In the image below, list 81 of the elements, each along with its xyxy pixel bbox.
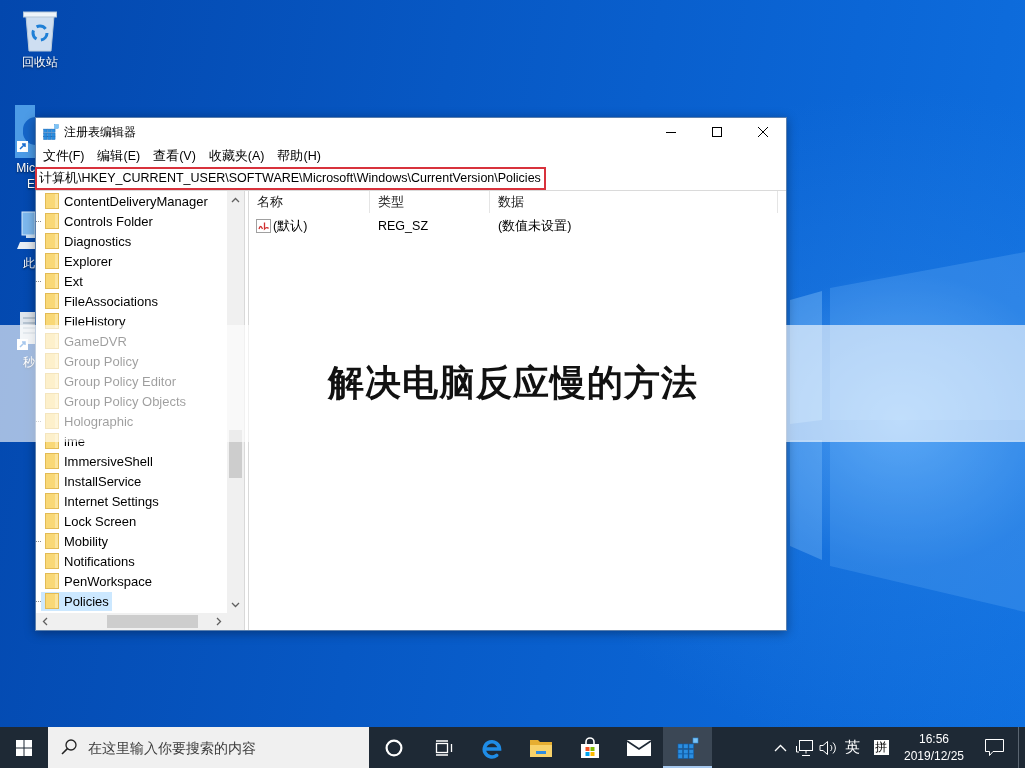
recycle-bin-icon [20, 8, 60, 52]
folder-icon [45, 593, 59, 609]
envelope-icon [626, 739, 651, 756]
address-field[interactable]: 计算机\HKEY_CURRENT_USER\SOFTWARE\Microsoft\Windows\CurrentVersion\Policies [36, 167, 786, 191]
folder-icon [45, 513, 59, 529]
chevron-left-icon[interactable] [41, 617, 48, 626]
folder-icon [45, 213, 59, 229]
ring-icon [384, 738, 403, 757]
desktop-icon-label[interactable]: 此 [23, 255, 35, 271]
close-icon [758, 127, 768, 137]
network-icon[interactable] [795, 739, 813, 756]
tree-item[interactable]: ime [41, 431, 88, 451]
folder-icon [45, 293, 59, 309]
folder-icon [45, 193, 59, 209]
caption-title: 解决电脑反应慢的方法 [327, 361, 698, 405]
folder-icon [45, 373, 59, 389]
vertical-scrollbar[interactable] [227, 191, 244, 613]
address-path: 计算机\HKEY_CURRENT_USER\SOFTWARE\Microsoft\Windows\CurrentVersion\Policies [35, 167, 546, 190]
search-icon [61, 739, 77, 755]
table-cell-text: REG_SZ [377, 219, 429, 233]
folder-icon [528, 737, 553, 758]
tree-item[interactable]: Ext [41, 271, 86, 291]
folder-icon [45, 433, 59, 449]
tree-item[interactable]: ImmersiveShell [41, 451, 156, 471]
scrollbar-thumb[interactable] [107, 615, 198, 628]
folder-icon [45, 573, 59, 589]
table-cell: (默认) [273, 217, 308, 235]
volume-icon[interactable] [818, 739, 838, 756]
tree-item[interactable]: ContentDeliveryManager [41, 191, 211, 211]
tree-item[interactable]: PenWorkspace [41, 571, 155, 591]
horizontal-scrollbar[interactable] [36, 613, 227, 630]
tree-item[interactable]: Mobility [41, 531, 112, 551]
menu-item[interactable]: 文件(F) [36, 148, 91, 165]
folder-icon [45, 453, 59, 469]
folder-icon [45, 353, 59, 369]
tree-item[interactable]: Lock Screen [41, 511, 140, 531]
tree-item[interactable]: Policies [41, 591, 112, 611]
window-title: 注册表编辑器 [64, 123, 136, 141]
string-value-icon [256, 219, 271, 233]
folder-icon [45, 393, 59, 409]
folder-icon [45, 313, 59, 329]
folder-icon [45, 473, 59, 489]
tree-item[interactable]: Internet Settings [41, 491, 162, 511]
folder-icon [45, 233, 59, 249]
folder-icon [45, 273, 59, 289]
tree-item[interactable]: Controls Folder [41, 211, 156, 231]
column-header[interactable]: 类型 [370, 191, 490, 213]
scrollbar-thumb[interactable] [229, 430, 242, 478]
tree-item[interactable]: InstallService [41, 471, 145, 491]
chevron-down-icon[interactable] [231, 601, 240, 608]
tree-item[interactable]: Explorer [41, 251, 116, 271]
four-squares-icon [16, 739, 32, 756]
input-mode-indicator[interactable]: 拼 [873, 740, 889, 755]
column-header[interactable]: 数据 [490, 191, 778, 213]
menu-item[interactable]: 查看(V) [146, 148, 203, 165]
menu-item[interactable]: 收藏夹(A) [202, 148, 271, 165]
clock[interactable]: 16:56 2019/12/25 [898, 727, 970, 768]
cubes-icon [676, 736, 699, 759]
menu-item[interactable]: 帮助(H) [271, 148, 328, 165]
tree-item[interactable]: FileAssociations [41, 291, 161, 311]
cubes-icon [43, 124, 59, 140]
table-cell-text: (数值未设置) [497, 217, 573, 235]
tree-item[interactable]: FileHistory [41, 311, 129, 331]
speech-bubble-icon[interactable] [984, 738, 1004, 757]
desktop-icon-label[interactable]: Mic E [16, 160, 35, 192]
desktop-icon-label[interactable]: 回收站 [22, 54, 58, 70]
shopping-bag-icon [579, 736, 600, 759]
folder-icon [45, 493, 59, 509]
folder-icon [45, 253, 59, 269]
maximize-icon [712, 127, 722, 137]
search-field[interactable]: 在这里输入你要搜索的内容 [48, 727, 369, 768]
menu-item[interactable]: 编辑(E) [90, 148, 147, 165]
folder-icon [45, 533, 59, 549]
column-header[interactable]: 名称 [249, 191, 370, 213]
folder-icon [45, 553, 59, 569]
chevron-right-icon[interactable] [215, 617, 222, 626]
tree-item[interactable]: Diagnostics [41, 231, 135, 251]
language-indicator[interactable]: 英 [844, 738, 860, 757]
folder-icon [45, 413, 59, 429]
folder-icon [45, 333, 59, 349]
tree-item[interactable]: Notifications [41, 551, 138, 571]
